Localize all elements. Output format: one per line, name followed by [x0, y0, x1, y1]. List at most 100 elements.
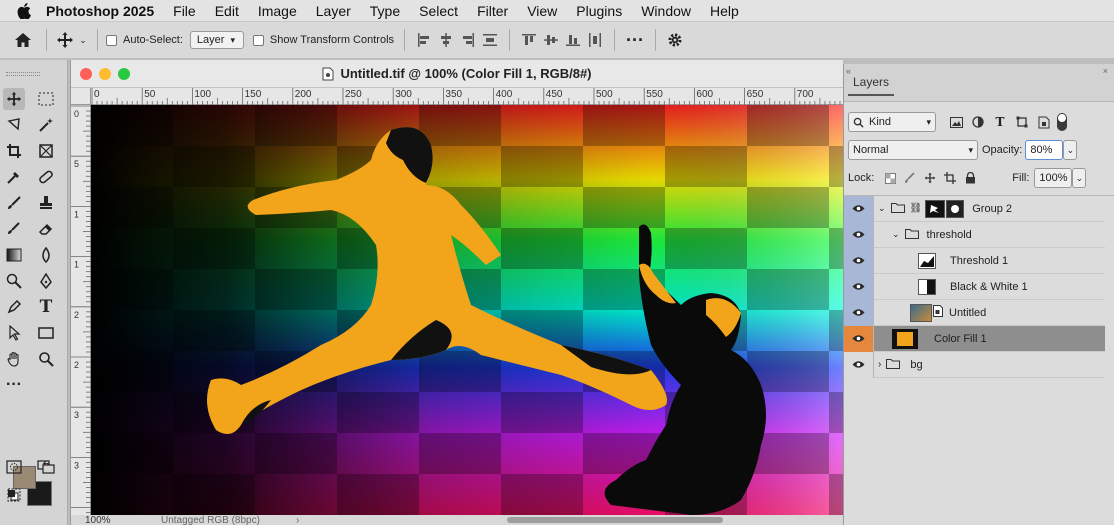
home-icon[interactable]	[12, 29, 34, 51]
tab-layers[interactable]: Layers	[848, 70, 895, 96]
chevron-down-icon[interactable]: ⌄	[77, 35, 89, 46]
visibility-eye-icon[interactable]	[844, 247, 874, 274]
filter-pixel-icon[interactable]	[945, 116, 967, 128]
layer-row-bg[interactable]: › bg	[844, 351, 1105, 378]
menu-app-name[interactable]: Photoshop 2025	[46, 3, 154, 19]
align-center-icon[interactable]	[435, 33, 457, 47]
chevron-down-icon[interactable]: ⌄	[892, 229, 900, 240]
more-tools-icon[interactable]: ···	[3, 374, 25, 396]
filter-shape-icon[interactable]	[1011, 116, 1033, 128]
rectangle-tool-icon[interactable]	[35, 322, 57, 344]
screen-mode-icon[interactable]	[35, 456, 57, 478]
gear-icon[interactable]	[664, 32, 686, 48]
history-brush-icon[interactable]	[3, 218, 25, 240]
close-button[interactable]	[80, 68, 92, 80]
align-top-icon[interactable]	[518, 33, 540, 47]
show-transform-checkbox[interactable]	[252, 34, 264, 46]
auto-select-dropdown[interactable]: Layer ▾	[189, 31, 244, 49]
collapse-panel-icon[interactable]: «	[846, 66, 851, 76]
hand-tool-icon[interactable]	[3, 348, 25, 370]
fill-dropdown-button[interactable]: ⌄	[1072, 168, 1087, 188]
align-middle-icon[interactable]	[540, 33, 562, 47]
lock-position-icon[interactable]	[920, 172, 940, 184]
gradient-tool-icon[interactable]	[3, 244, 25, 266]
horizontal-ruler[interactable]: 0 50 100 150 200 250 300 350 400 450 500 550 600 650 7…	[91, 88, 843, 105]
healing-brush-icon[interactable]	[35, 166, 57, 188]
lock-all-icon[interactable]	[960, 172, 980, 184]
apple-icon[interactable]	[14, 2, 34, 19]
toolbar-grip[interactable]	[6, 72, 40, 76]
filter-type-icon[interactable]: T	[989, 115, 1011, 129]
layer-row-threshold-1[interactable]: Threshold 1	[844, 247, 1105, 274]
zoom-button[interactable]	[118, 68, 130, 80]
distribute-icon[interactable]	[479, 33, 501, 47]
align-bottom-icon[interactable]	[562, 33, 584, 47]
marquee-tool-icon[interactable]	[35, 88, 57, 110]
menu-image[interactable]: Image	[258, 3, 297, 19]
layer-row-group-2[interactable]: ⌄ ⛓ Group 2	[844, 195, 1105, 222]
lock-pixels-icon[interactable]	[900, 172, 920, 184]
distribute-horizontal-icon[interactable]	[584, 33, 606, 47]
vertical-ruler[interactable]: 0 5 1 1 2 2 3 3	[71, 105, 91, 515]
clone-stamp-icon[interactable]	[35, 192, 57, 214]
lock-transparent-icon[interactable]	[880, 172, 900, 184]
zoom-tool-icon[interactable]	[35, 348, 57, 370]
align-right-icon[interactable]	[457, 33, 479, 47]
type-tool-icon[interactable]: T	[35, 296, 57, 318]
menu-type[interactable]: Type	[370, 3, 400, 19]
zoom-level[interactable]: 100%	[85, 515, 111, 525]
pen-icon[interactable]	[3, 296, 25, 318]
blend-mode-dropdown[interactable]: Normal ▾	[848, 140, 978, 160]
layer-row-black-white-1[interactable]: Black & White 1	[844, 273, 1105, 300]
layer-row-threshold[interactable]: ⌄ threshold	[844, 221, 1105, 248]
menu-file[interactable]: File	[173, 3, 196, 19]
chevron-down-icon[interactable]: ⌄	[878, 203, 886, 214]
more-options-icon[interactable]: ···	[623, 30, 647, 51]
filter-kind-dropdown[interactable]: Kind ▾	[848, 112, 936, 132]
document-profile[interactable]: Untagged RGB (8bpc)	[161, 515, 260, 525]
menu-plugins[interactable]: Plugins	[576, 3, 622, 19]
layer-row-color-fill-1[interactable]: Color Fill 1	[844, 325, 1105, 352]
menu-window[interactable]: Window	[641, 3, 691, 19]
crop-tool-icon[interactable]	[3, 140, 25, 162]
pen-tool-icon[interactable]	[35, 270, 57, 292]
menu-select[interactable]: Select	[419, 3, 458, 19]
align-left-icon[interactable]	[413, 33, 435, 47]
menu-help[interactable]: Help	[710, 3, 739, 19]
lock-artboard-icon[interactable]	[940, 172, 960, 184]
move-tool-icon[interactable]	[3, 88, 25, 110]
opacity-input[interactable]: 80%	[1025, 140, 1064, 160]
layer-row-untitled[interactable]: Untitled	[844, 299, 1105, 326]
move-tool-icon[interactable]	[55, 30, 75, 50]
ruler-origin[interactable]	[71, 88, 91, 105]
link-icon[interactable]: ⛓	[910, 203, 923, 214]
visibility-eye-icon[interactable]	[844, 299, 874, 326]
visibility-eye-icon[interactable]	[844, 195, 874, 222]
filter-adjustment-icon[interactable]	[967, 116, 989, 128]
magic-wand-icon[interactable]	[35, 114, 57, 136]
edit-toolbar-icon[interactable]	[3, 484, 25, 506]
menu-view[interactable]: View	[527, 3, 557, 19]
fill-input[interactable]: 100%	[1034, 168, 1073, 188]
dodge-tool-icon[interactable]	[3, 270, 25, 292]
quick-mask-icon[interactable]	[3, 456, 25, 478]
visibility-eye-icon[interactable]	[844, 273, 874, 300]
menu-filter[interactable]: Filter	[477, 3, 508, 19]
filter-smart-object-icon[interactable]	[1033, 116, 1055, 129]
blur-tool-icon[interactable]	[35, 244, 57, 266]
auto-select-checkbox[interactable]	[106, 34, 117, 46]
chevron-right-icon[interactable]: ›	[296, 515, 299, 525]
path-selection-icon[interactable]	[3, 322, 25, 344]
image-canvas[interactable]	[91, 105, 843, 515]
menu-edit[interactable]: Edit	[215, 3, 239, 19]
chevron-right-icon[interactable]: ›	[878, 359, 881, 370]
brush-tool-icon[interactable]	[3, 192, 25, 214]
eraser-tool-icon[interactable]	[35, 218, 57, 240]
frame-tool-icon[interactable]	[35, 140, 57, 162]
minimize-button[interactable]	[99, 68, 111, 80]
horizontal-scrollbar[interactable]	[507, 517, 723, 523]
menu-layer[interactable]: Layer	[316, 3, 351, 19]
document-titlebar[interactable]: Untitled.tif @ 100% (Color Fill 1, RGB/8…	[71, 60, 843, 88]
visibility-eye-icon[interactable]	[844, 221, 874, 248]
visibility-eye-icon[interactable]	[844, 325, 874, 352]
